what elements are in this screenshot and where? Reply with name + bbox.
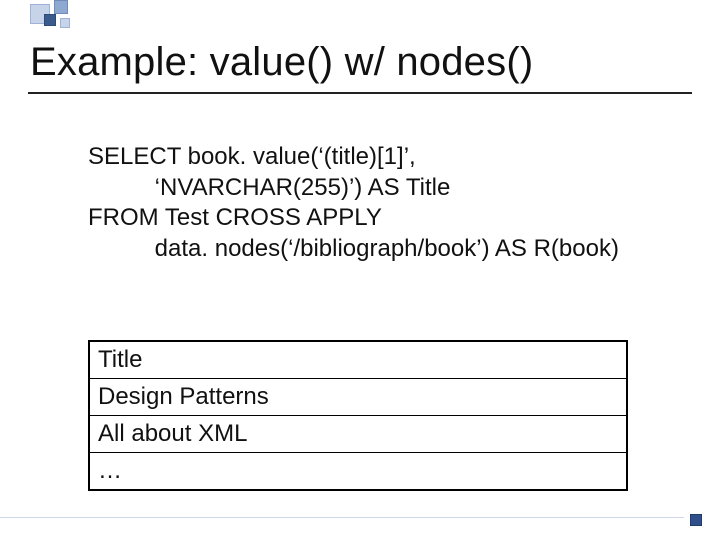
code-line: SELECT book. value(‘(title)[1]’,: [88, 143, 416, 170]
code-line: ‘NVARCHAR(255)’) AS Title: [88, 174, 450, 201]
table-header-cell: Title: [89, 341, 627, 379]
table-cell: …: [89, 453, 627, 491]
title-underline: [28, 92, 692, 94]
footer-rule: [0, 517, 684, 518]
slide: { "title": "Example: value() w/ nodes()"…: [0, 0, 720, 540]
table-row: Design Patterns: [89, 379, 627, 416]
code-line: FROM Test CROSS APPLY: [88, 204, 382, 231]
table-cell: All about XML: [89, 416, 627, 453]
slide-title: Example: value() w/ nodes(): [30, 40, 533, 85]
table-row: All about XML: [89, 416, 627, 453]
table-cell: Design Patterns: [89, 379, 627, 416]
sql-code-block: SELECT book. value(‘(title)[1]’, ‘NVARCH…: [88, 142, 619, 265]
deco-square: [54, 0, 68, 14]
footer-square-icon: [690, 514, 702, 526]
deco-square: [44, 14, 56, 26]
result-table: Title Design Patterns All about XML …: [88, 340, 628, 491]
table-row: Title: [89, 341, 627, 379]
deco-square: [60, 18, 70, 28]
corner-decoration: [0, 0, 140, 36]
table-row: …: [89, 453, 627, 491]
code-line: data. nodes(‘/bibliograph/book’) AS R(bo…: [88, 235, 619, 262]
